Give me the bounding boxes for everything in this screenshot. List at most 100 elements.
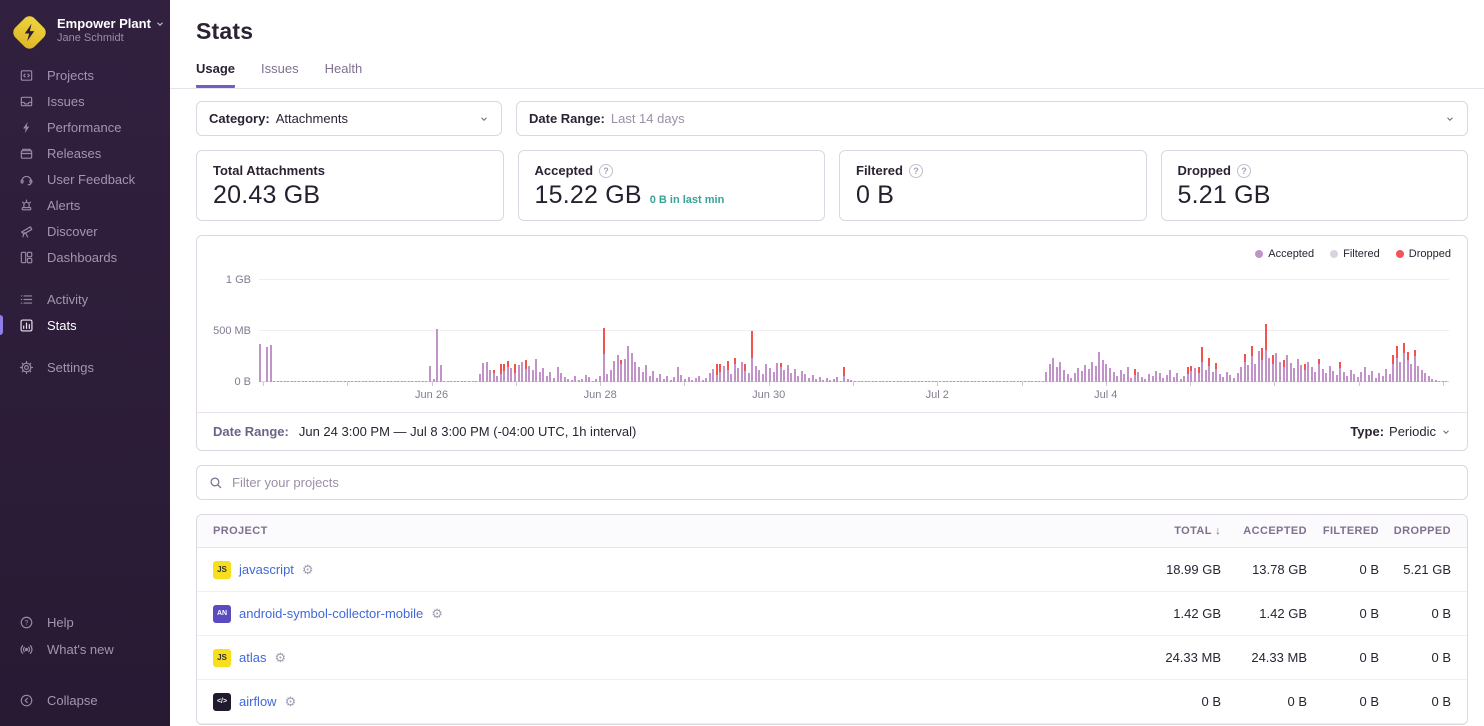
chart-bar: [1059, 362, 1061, 382]
sidebar-item-projects[interactable]: Projects: [0, 62, 170, 88]
chart-bar: [521, 362, 523, 382]
project-link[interactable]: airflow: [239, 694, 277, 709]
sidebar-item-settings[interactable]: Settings: [0, 354, 170, 380]
search-icon: [209, 476, 223, 490]
column-header-dropped[interactable]: DROPPED: [1379, 525, 1451, 537]
chart-bar: [585, 375, 587, 382]
bar-accepted-segment: [1137, 372, 1139, 382]
bar-dropped-segment: [1261, 348, 1263, 360]
project-link[interactable]: atlas: [239, 650, 266, 665]
bar-accepted-segment: [1081, 371, 1083, 382]
chart-bar: [1049, 364, 1051, 382]
chart-bar: [1081, 371, 1083, 382]
projects-icon: [19, 68, 34, 83]
sidebar-item-whats-new[interactable]: What's new: [0, 636, 170, 663]
bar-dropped-segment: [1190, 366, 1192, 371]
date-range-value: Last 14 days: [611, 111, 685, 126]
bar-accepted-segment: [1360, 372, 1362, 382]
bar-accepted-segment: [1258, 351, 1260, 382]
chart-bar: [734, 358, 736, 382]
project-link[interactable]: javascript: [239, 562, 294, 577]
project-settings-icon[interactable]: ⚙: [274, 651, 286, 664]
bar-accepted-segment: [1201, 362, 1203, 382]
activity-icon: [19, 292, 34, 307]
column-header-filtered[interactable]: FILTERED: [1307, 525, 1379, 537]
bar-accepted-segment: [528, 366, 530, 382]
bar-dropped-segment: [751, 331, 753, 358]
sidebar-item-user-feedback[interactable]: User Feedback: [0, 166, 170, 192]
bar-accepted-segment: [1254, 364, 1256, 382]
chart-bar: [1329, 366, 1331, 382]
bar-accepted-segment: [758, 370, 760, 382]
stat-card-title: Filtered: [856, 163, 903, 178]
usage-chart-panel: AcceptedFilteredDropped 1 GB500 MB0 B Ju…: [196, 235, 1468, 451]
tab-health[interactable]: Health: [325, 61, 363, 88]
help-icon[interactable]: ?: [1237, 164, 1251, 178]
tab-issues[interactable]: Issues: [261, 61, 299, 88]
bar-accepted-segment: [1311, 367, 1313, 382]
sidebar-item-collapse[interactable]: Collapse: [0, 687, 170, 714]
bar-accepted-segment: [716, 375, 718, 382]
bar-accepted-segment: [1265, 350, 1267, 382]
chart-bar: [613, 361, 615, 382]
discover-icon: [19, 224, 34, 239]
chart-type-dropdown[interactable]: Type: Periodic: [1350, 424, 1451, 439]
sidebar-item-label: Collapse: [47, 693, 98, 708]
chart-bar: [436, 329, 438, 382]
bar-dropped-segment: [1201, 347, 1203, 362]
sidebar-item-label: Issues: [47, 94, 85, 109]
legend-item-accepted[interactable]: Accepted: [1255, 248, 1314, 260]
column-header-total[interactable]: TOTAL ↓: [1125, 525, 1221, 537]
sidebar-item-activity[interactable]: Activity: [0, 286, 170, 312]
sidebar-item-help[interactable]: ?Help: [0, 609, 170, 636]
help-icon: ?: [19, 615, 34, 630]
bar-accepted-segment: [727, 370, 729, 382]
settings-icon: [19, 360, 34, 375]
table-row: JSjavascript⚙18.99 GB13.78 GB0 B5.21 GB: [197, 548, 1467, 592]
sidebar-item-releases[interactable]: Releases: [0, 140, 170, 166]
sidebar-item-dashboards[interactable]: Dashboards: [0, 244, 170, 270]
org-switcher[interactable]: Empower Plant Jane Schmidt: [0, 0, 170, 46]
project-settings-icon[interactable]: ⚙: [431, 607, 443, 620]
chart-bar: [270, 345, 272, 382]
column-header-accepted[interactable]: ACCEPTED: [1221, 525, 1307, 537]
legend-item-dropped[interactable]: Dropped: [1396, 248, 1451, 260]
chart-bar: [525, 360, 527, 382]
org-name: Empower Plant: [57, 16, 151, 32]
date-range-dropdown[interactable]: Date Range: Last 14 days: [516, 101, 1468, 136]
bar-accepted-segment: [603, 354, 605, 382]
bar-accepted-segment: [773, 372, 775, 382]
project-link[interactable]: android-symbol-collector-mobile: [239, 606, 423, 621]
sidebar-item-alerts[interactable]: Alerts: [0, 192, 170, 218]
bar-accepted-segment: [1297, 359, 1299, 382]
chart-bar: [758, 370, 760, 382]
sidebar-item-issues[interactable]: Issues: [0, 88, 170, 114]
sidebar-item-label: Stats: [47, 318, 77, 333]
cell-total: 0 B: [1125, 694, 1221, 709]
help-icon[interactable]: ?: [599, 164, 613, 178]
stat-card-title: Total Attachments: [213, 163, 325, 178]
x-axis-label: Jun 30: [752, 389, 785, 401]
chart-bar: [1339, 362, 1341, 382]
category-dropdown[interactable]: Category: Attachments: [196, 101, 502, 136]
project-settings-icon[interactable]: ⚙: [285, 695, 297, 708]
chart-type-label: Type:: [1350, 424, 1384, 439]
bar-dropped-segment: [514, 364, 516, 373]
help-icon[interactable]: ?: [909, 164, 923, 178]
sidebar-item-stats[interactable]: Stats: [0, 312, 170, 338]
bar-dropped-segment: [1187, 367, 1189, 374]
bar-accepted-segment: [1059, 362, 1061, 382]
project-filter-input[interactable]: [232, 475, 1455, 490]
bar-dropped-segment: [1304, 364, 1306, 370]
project-settings-icon[interactable]: ⚙: [302, 563, 314, 576]
sidebar-item-performance[interactable]: Performance: [0, 114, 170, 140]
chart-bar: [783, 370, 785, 382]
chart-bar: [1424, 373, 1426, 382]
chart-bar: [1297, 359, 1299, 382]
bar-accepted-segment: [790, 373, 792, 382]
column-header-project[interactable]: PROJECT: [213, 525, 1125, 537]
bar-dropped-segment: [620, 360, 622, 364]
sidebar-item-discover[interactable]: Discover: [0, 218, 170, 244]
legend-item-filtered[interactable]: Filtered: [1330, 248, 1380, 260]
tab-usage[interactable]: Usage: [196, 61, 235, 88]
